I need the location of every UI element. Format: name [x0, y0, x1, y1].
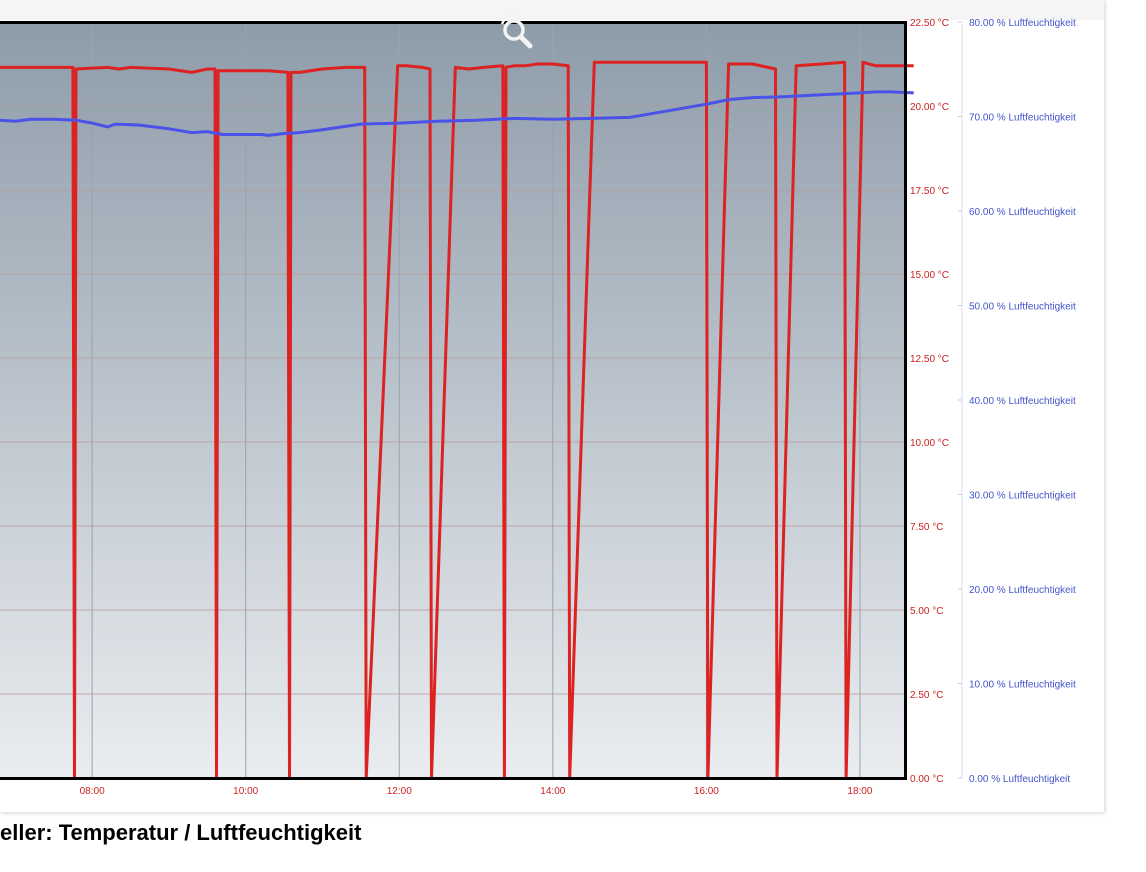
humidity-tick-label: 30.00 % Luftfeuchtigkeit	[969, 491, 1076, 502]
temperature-axis: 0.00 °C 2.50 °C 5.00 °C 7.50 °C 10.00 °C 12.5…	[910, 18, 949, 785]
humidity-axis: 0.00 % Luftfeuchtigkeit 10.00 % Luftfeuch…	[958, 18, 1076, 785]
chart-caption: eller: Temperatur / Luftfeuchtigkeit	[0, 820, 362, 845]
temperature-tick-label: 22.50 °C	[910, 18, 949, 29]
temperature-tick-label: 7.50 °C	[910, 522, 943, 533]
time-tick-label: 10:00	[233, 786, 258, 797]
temperature-tick-label: 20.00 °C	[910, 102, 949, 113]
temperature-tick-label: 2.50 °C	[910, 690, 943, 701]
time-tick-label: 12:00	[387, 786, 412, 797]
chart-svg: 0.00 °C 2.50 °C 5.00 °C 7.50 °C 10.00 °C 12.5…	[0, 13, 1076, 797]
humidity-tick-label: 80.00 % Luftfeuchtigkeit	[969, 18, 1076, 29]
humidity-tick-label: 50.00 % Luftfeuchtigkeit	[969, 302, 1076, 313]
time-axis: 08:00 10:00 12:00 14:00 16:00 18:00	[80, 786, 873, 797]
temperature-tick-label: 5.00 °C	[910, 606, 943, 617]
humidity-tick-label: 10.00 % Luftfeuchtigkeit	[969, 680, 1076, 691]
time-tick-label: 18:00	[847, 786, 872, 797]
temperature-tick-label: 0.00 °C	[910, 774, 943, 785]
time-tick-label: 08:00	[80, 786, 105, 797]
time-tick-label: 16:00	[694, 786, 719, 797]
humidity-tick-label: 60.00 % Luftfeuchtigkeit	[969, 207, 1076, 218]
humidity-tick-label: 20.00 % Luftfeuchtigkeit	[969, 585, 1076, 596]
humidity-tick-label: 40.00 % Luftfeuchtigkeit	[969, 396, 1076, 407]
temperature-tick-label: 15.00 °C	[910, 270, 949, 281]
temperature-tick-label: 12.50 °C	[910, 354, 949, 365]
time-tick-label: 14:00	[540, 786, 565, 797]
humidity-tick-label: 0.00 % Luftfeuchtigkeit	[969, 774, 1070, 785]
humidity-tick-label: 70.00 % Luftfeuchtigkeit	[969, 113, 1076, 124]
temperature-tick-label: 10.00 °C	[910, 438, 949, 449]
temperature-tick-label: 17.50 °C	[910, 186, 949, 197]
